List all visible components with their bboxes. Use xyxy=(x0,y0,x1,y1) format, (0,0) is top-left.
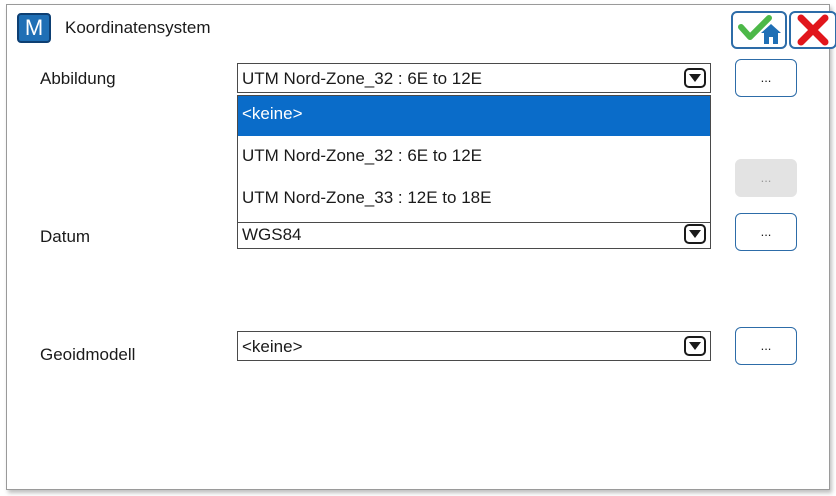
disabled-browse-button: ... xyxy=(735,159,797,197)
check-home-icon xyxy=(733,15,785,51)
datum-value: WGS84 xyxy=(242,225,302,244)
abbildung-browse-button[interactable]: ... xyxy=(735,59,797,97)
dropdown-option[interactable]: <keine> xyxy=(238,96,710,136)
geoidmodell-select[interactable]: <keine> xyxy=(237,331,711,361)
datum-select[interactable]: WGS84 xyxy=(237,219,711,249)
dropdown-option[interactable]: UTM Nord-Zone_32 : 6E to 12E xyxy=(238,138,710,178)
abbildung-select[interactable]: UTM Nord-Zone_32 : 6E to 12E xyxy=(237,63,711,93)
dialog-window: M Koordinatensystem Abbildung UTM Nord-Z… xyxy=(6,4,836,490)
dropdown-option[interactable]: UTM Nord-Zone_33 : 12E to 18E xyxy=(238,180,710,220)
abbildung-value: UTM Nord-Zone_32 : 6E to 12E xyxy=(242,69,483,88)
chevron-down-icon[interactable] xyxy=(684,336,706,356)
chevron-down-icon[interactable] xyxy=(684,68,706,88)
app-logo-icon: M xyxy=(17,13,51,43)
geoidmodell-label: Geoidmodell xyxy=(40,345,136,364)
red-x-icon xyxy=(791,14,835,51)
datum-browse-button[interactable]: ... xyxy=(735,213,797,251)
datum-label: Datum xyxy=(40,227,91,246)
abbildung-label: Abbildung xyxy=(40,69,116,88)
geoidmodell-value: <keine> xyxy=(242,337,303,356)
chevron-down-icon[interactable] xyxy=(684,224,706,244)
geoidmodell-browse-button[interactable]: ... xyxy=(735,327,797,365)
ok-button[interactable] xyxy=(731,11,787,49)
abbildung-dropdown-list: <keine> UTM Nord-Zone_32 : 6E to 12E UTM… xyxy=(237,95,711,223)
window-title: Koordinatensystem xyxy=(65,18,211,37)
cancel-button[interactable] xyxy=(789,11,836,49)
